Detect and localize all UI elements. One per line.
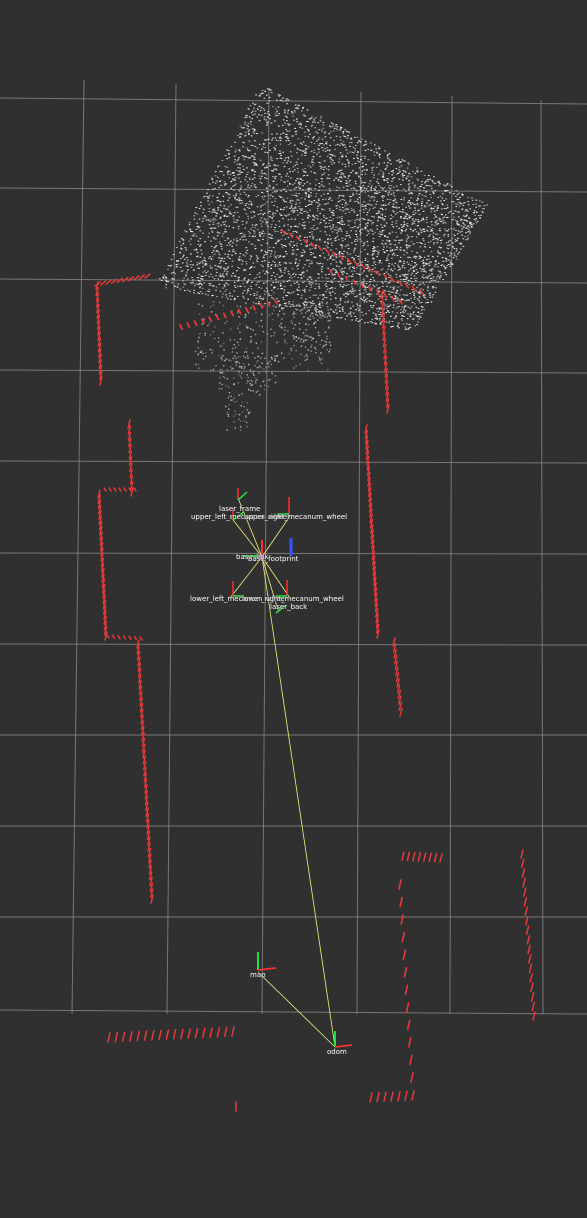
3d-scene-canvas[interactable]: laser_frame upper_left_mecanum_wheel upp… <box>0 0 587 1218</box>
tf-label-laser-back[interactable]: laser_back <box>270 603 309 612</box>
tf-label-map[interactable]: map <box>250 971 267 980</box>
tf-label-base-footprint[interactable]: base_footprint <box>248 555 299 564</box>
tf-label-lower-right-wheel[interactable]: lower_right_mecanum_wheel <box>242 595 344 604</box>
visualization-viewport[interactable]: laser_frame upper_left_mecanum_wheel upp… <box>0 0 587 1218</box>
tf-label-laser-frame[interactable]: laser_frame <box>219 505 261 514</box>
tf-label-upper-right-wheel[interactable]: upper_right_mecanum_wheel <box>244 513 348 522</box>
tf-label-odom[interactable]: odom <box>327 1048 348 1057</box>
